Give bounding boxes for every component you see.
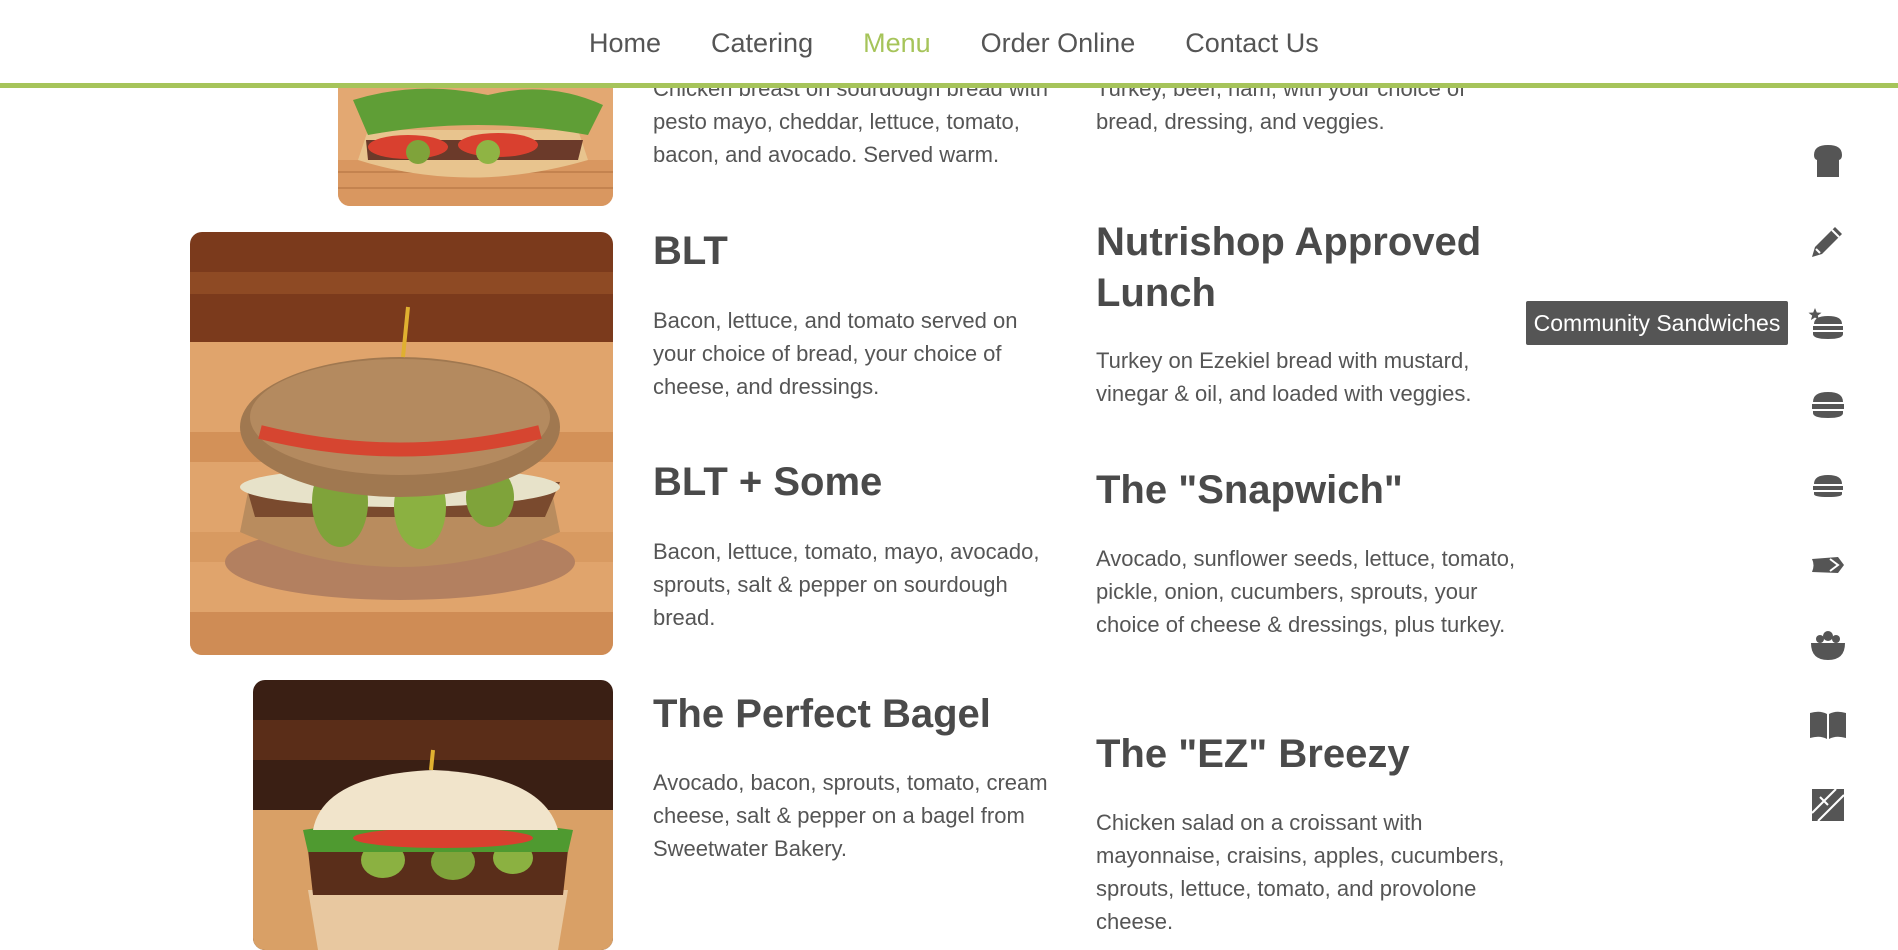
burger-icon[interactable] [1808, 384, 1848, 424]
community-sandwich-icon[interactable] [1808, 304, 1848, 344]
item-title-snapwich: The "Snapwich" [1096, 468, 1403, 512]
nav-catering[interactable]: Catering [711, 25, 813, 61]
nav-menu[interactable]: Menu [863, 25, 931, 61]
wrap-icon[interactable] [1808, 545, 1848, 585]
item-description-snapwich: Avocado, sunflower seeds, lettuce, tomat… [1096, 546, 1516, 637]
nav-contact-us[interactable]: Contact Us [1185, 25, 1319, 61]
item-description-ez-breezy: Chicken salad on a croissant with mayonn… [1096, 810, 1505, 934]
community-sandwiches-tooltip: Community Sandwiches [1526, 301, 1788, 345]
sub-sandwich-photo [253, 680, 613, 950]
item-title-perfect-bagel: The Perfect Bagel [653, 692, 991, 736]
panini-icon[interactable] [1808, 785, 1848, 825]
nav-list: Home Catering Menu Order Online Contact … [589, 25, 1369, 61]
item-title-ez-breezy: The "EZ" Breezy [1096, 732, 1410, 776]
item-description-blt: Bacon, lettuce, and tomato served on you… [653, 308, 1018, 399]
item-description-perfect-bagel: Avocado, bacon, sprouts, tomato, cream c… [653, 770, 1048, 861]
item-description-blt-some: Bacon, lettuce, tomato, mayo, avocado, s… [653, 539, 1040, 630]
item-description-nutrishop: Turkey on Ezekiel bread with mustard, vi… [1096, 348, 1472, 406]
bagel-sandwich-photo [190, 232, 613, 655]
pencil-icon[interactable] [1808, 221, 1848, 261]
item-title-blt-some: BLT + Some [653, 460, 883, 504]
nav-home[interactable]: Home [589, 25, 661, 61]
item-title-blt: BLT [653, 229, 728, 273]
book-icon[interactable] [1808, 705, 1848, 745]
burger-small-icon[interactable] [1808, 465, 1848, 505]
top-navigation: Home Catering Menu Order Online Contact … [0, 0, 1898, 88]
bread-icon[interactable] [1808, 141, 1848, 181]
salad-bowl-icon[interactable] [1808, 625, 1848, 665]
item-title-nutrishop: Nutrishop Approved Lunch [1096, 220, 1482, 315]
nav-order-online[interactable]: Order Online [981, 25, 1136, 61]
